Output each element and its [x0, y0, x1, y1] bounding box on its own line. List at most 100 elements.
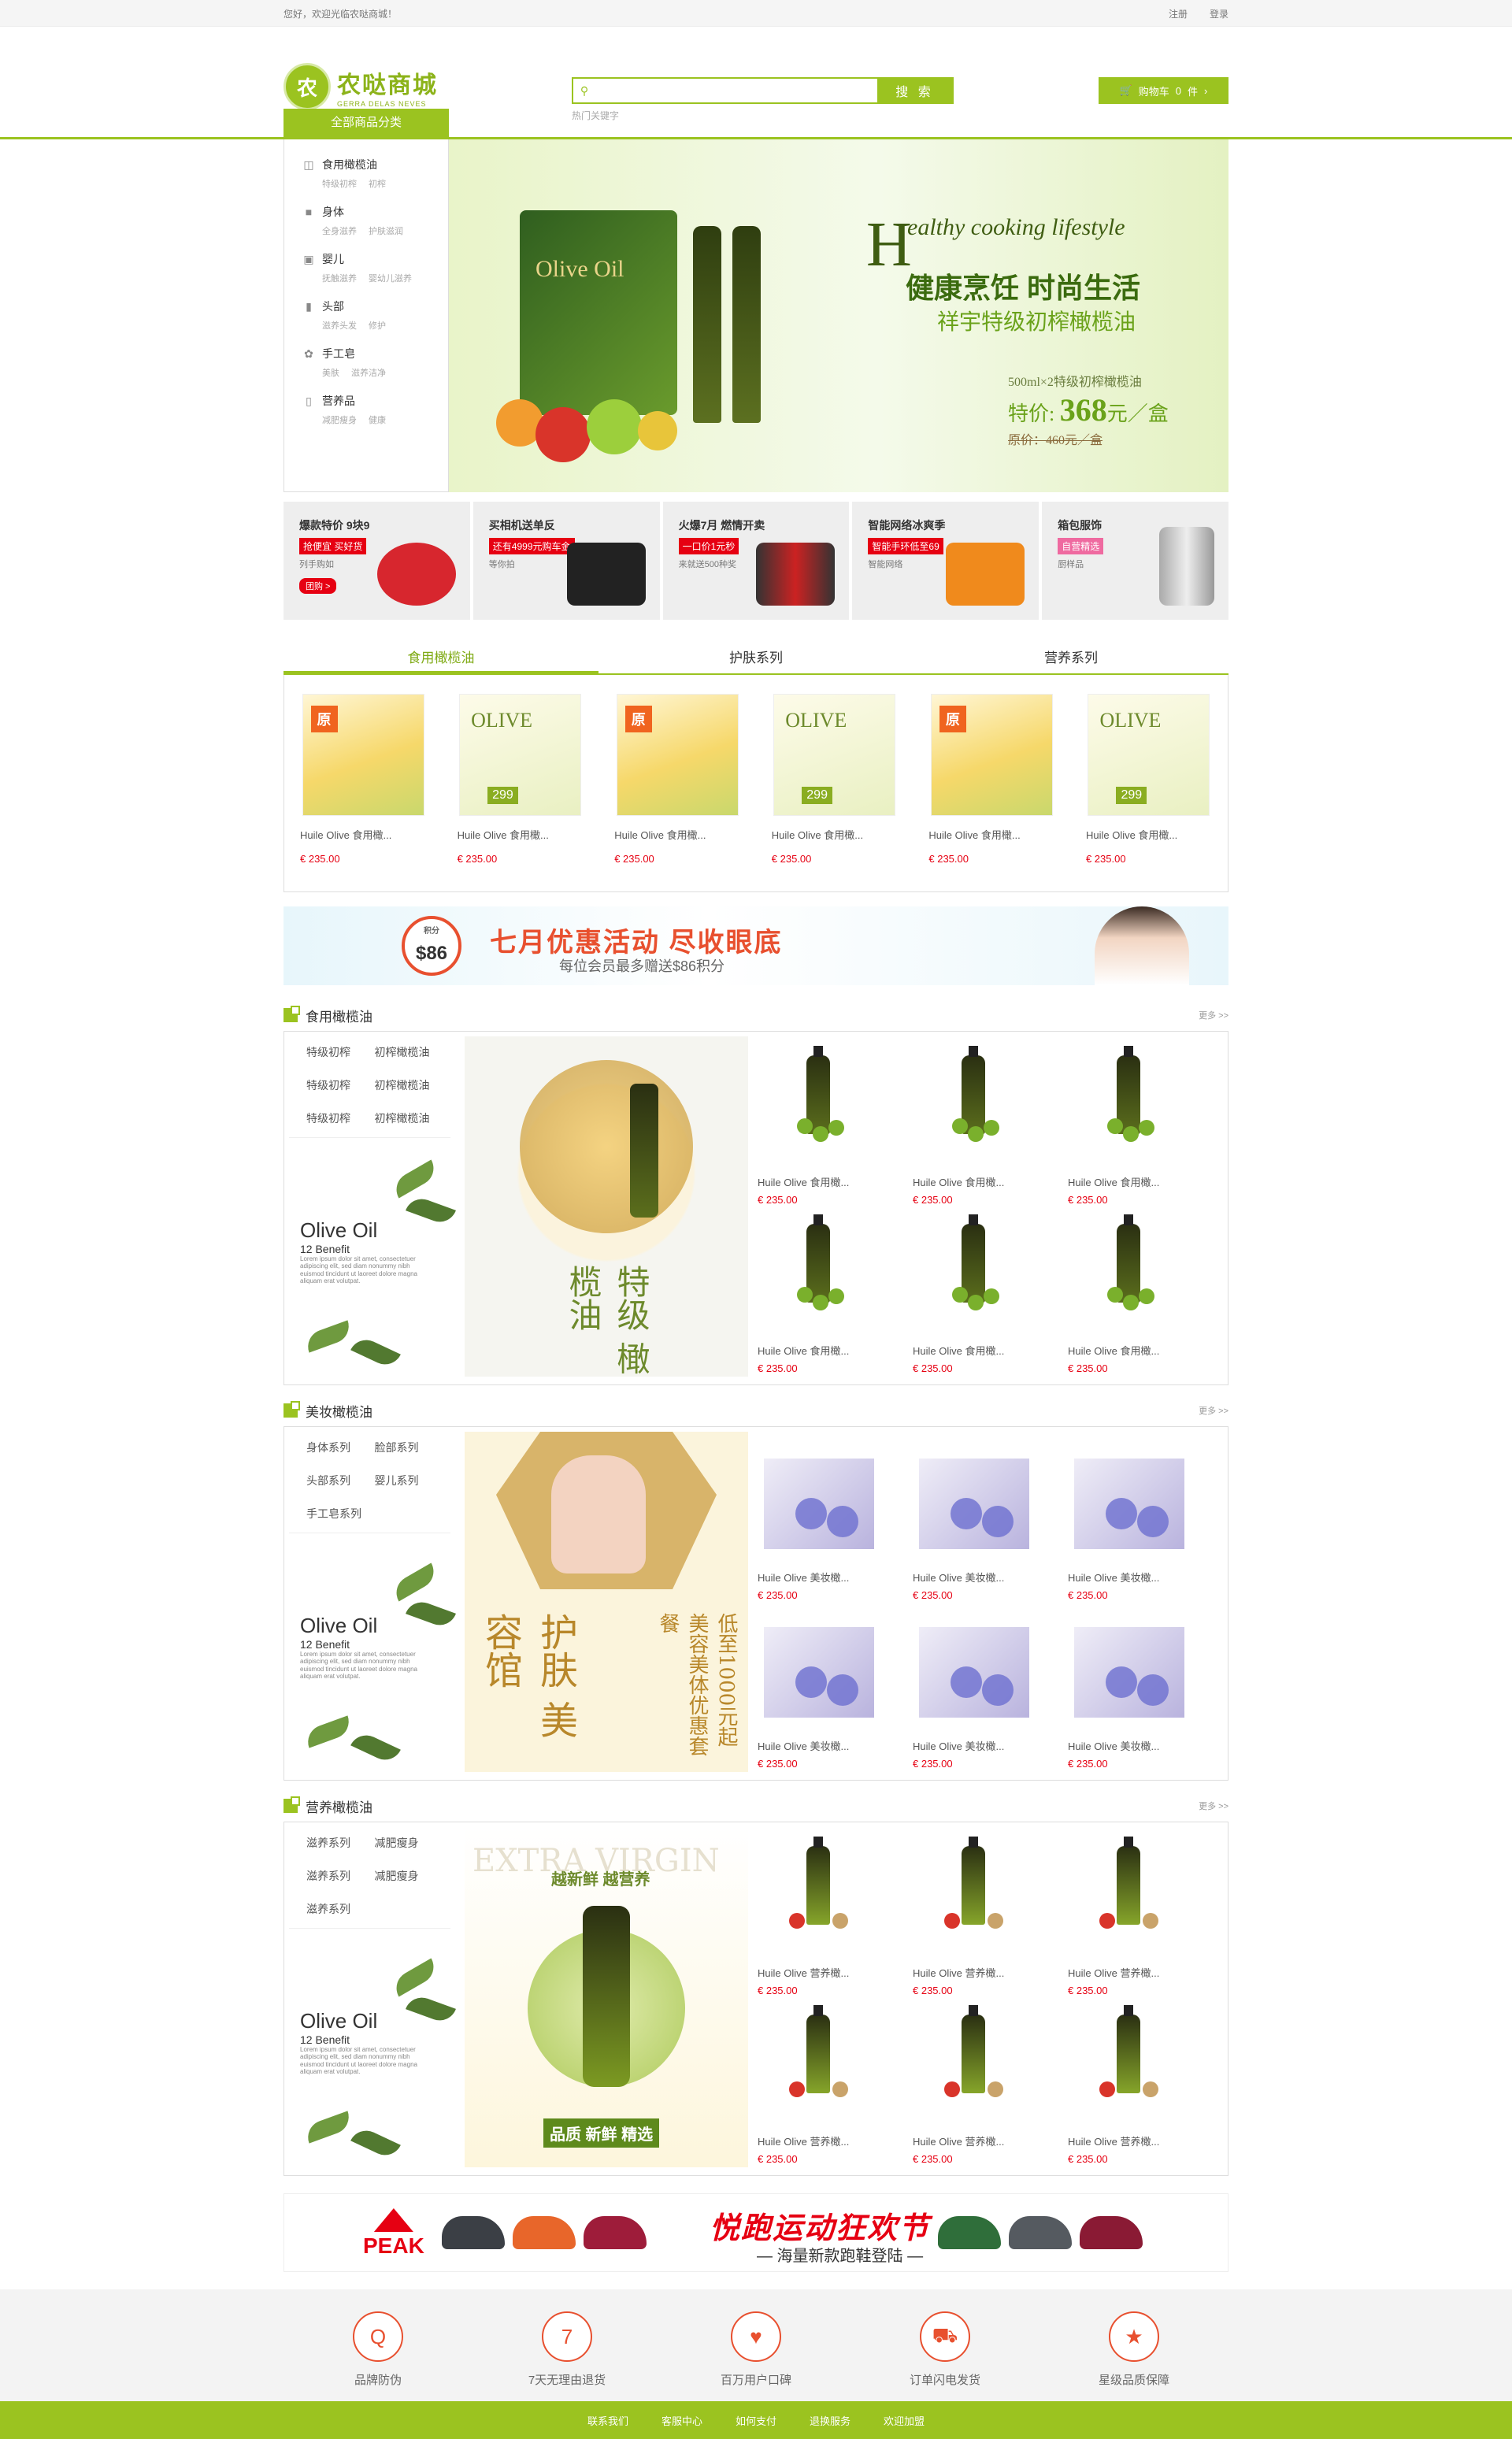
more-link[interactable]: 更多 >>: [1199, 1404, 1228, 1417]
product-card[interactable]: OLIVE 299 Huile Olive 食用橄... € 235.00: [458, 694, 584, 891]
section-link[interactable]: 减肥瘦身: [375, 1868, 443, 1884]
product-card[interactable]: OLIVE 299 Huile Olive 食用橄... € 235.00: [772, 694, 898, 891]
section-link[interactable]: 脸部系列: [375, 1440, 443, 1455]
product-name: Huile Olive 食用橄...: [457, 829, 549, 841]
promo-card[interactable]: 箱包服饰 自营精选 厨样品: [1042, 502, 1228, 620]
service-item[interactable]: Q 品牌防伪: [315, 2311, 441, 2388]
product-card[interactable]: Huile Olive 食用橄... € 235.00: [758, 1214, 884, 1380]
group-buy-button[interactable]: 团购 >: [299, 578, 337, 594]
product-card[interactable]: Huile Olive 食用橄... € 235.00: [1068, 1214, 1194, 1380]
section-link[interactable]: 手工皂系列: [306, 1506, 375, 1522]
section-link[interactable]: 减肥瘦身: [375, 1835, 443, 1851]
tab-skincare[interactable]: 护肤系列: [598, 643, 914, 673]
section-link[interactable]: 身体系列: [306, 1440, 375, 1455]
category-item[interactable]: ◫ 食用橄榄油 特级初榨 初榨: [302, 157, 448, 204]
product-card[interactable]: Huile Olive 营养橄... € 235.00: [913, 2005, 1039, 2170]
product-card[interactable]: Huile Olive 美妆橄... € 235.00: [913, 1443, 1039, 1607]
section-link[interactable]: 滋养系列: [306, 1835, 375, 1851]
logo[interactable]: 农 农哒商城 GERRA DELAS NEVES: [284, 63, 438, 110]
section-feature-image[interactable]: EXTRA VIRGIN 越新鲜 越营养 品质 新鲜 精选: [465, 1827, 748, 2167]
category-item[interactable]: ✿ 手工皂 美肤 滋养洁净: [302, 346, 448, 393]
section-link[interactable]: 特级初榨: [306, 1077, 375, 1093]
promo-card[interactable]: 火爆7月 燃情开卖 一口价1元秒 来就送500种奖: [662, 502, 850, 620]
product-card[interactable]: Huile Olive 食用橄... € 235.00: [913, 1046, 1039, 1211]
product-card[interactable]: Huile Olive 食用橄... € 235.00: [758, 1046, 884, 1211]
delivery-truck-icon: ⛟: [920, 2311, 970, 2362]
category-subs[interactable]: 抚触滋养 婴幼儿滋养: [322, 272, 448, 284]
product-card[interactable]: Huile Olive 营养橄... € 235.00: [1068, 2005, 1194, 2170]
category-subs[interactable]: 滋养头发 修护: [322, 319, 448, 332]
search-button[interactable]: 搜 索: [877, 79, 952, 102]
category-subs[interactable]: 减肥瘦身 健康: [322, 413, 448, 426]
olive-leaf-image: [390, 1562, 440, 1602]
product-card[interactable]: Huile Olive 美妆橄... € 235.00: [1068, 1611, 1194, 1775]
product-price: € 235.00: [758, 1589, 798, 1601]
service-item[interactable]: ⛟ 订单闪电发货: [882, 2311, 1008, 2388]
category-item[interactable]: ▣ 婴儿 抚触滋养 婴幼儿滋养: [302, 251, 448, 298]
login-link[interactable]: 登录: [1210, 9, 1228, 20]
product-card[interactable]: Huile Olive 营养橄... € 235.00: [1068, 1837, 1194, 2002]
product-card[interactable]: 原 Huile Olive 食用橄... € 235.00: [300, 694, 426, 891]
footer-link[interactable]: 如何支付: [736, 2413, 776, 2428]
section-link[interactable]: 婴儿系列: [375, 1473, 443, 1488]
more-link[interactable]: 更多 >>: [1199, 1009, 1228, 1021]
tab-edible-oil[interactable]: 食用橄榄油: [284, 643, 598, 673]
product-card[interactable]: Huile Olive 食用橄... € 235.00: [913, 1214, 1039, 1380]
section-link[interactable]: 初榨橄榄油: [375, 1077, 443, 1093]
all-categories-button[interactable]: 全部商品分类: [284, 109, 449, 137]
section-link[interactable]: [375, 1506, 443, 1522]
register-link[interactable]: 注册: [1169, 9, 1188, 20]
footer-link[interactable]: 欢迎加盟: [884, 2413, 925, 2428]
product-card[interactable]: Huile Olive 美妆橄... € 235.00: [1068, 1443, 1194, 1607]
service-item[interactable]: ♥ 百万用户口碑: [693, 2311, 819, 2388]
activity-banner[interactable]: 积分 $86 七月优惠活动 尽收眼底 每位会员最多赠送$86积分: [284, 906, 1228, 985]
product-card[interactable]: Huile Olive 美妆橄... € 235.00: [913, 1611, 1039, 1775]
tab-nutrition[interactable]: 营养系列: [914, 643, 1228, 673]
footer-link[interactable]: 联系我们: [587, 2413, 628, 2428]
product-card[interactable]: 原 Huile Olive 食用橄... € 235.00: [928, 694, 1054, 891]
product-price: € 235.00: [758, 1362, 798, 1374]
promo-card[interactable]: 买相机送单反 还有4999元购车金 等你拍: [472, 502, 660, 620]
section-feature-image[interactable]: 特级 橄榄油: [465, 1036, 748, 1377]
footer-link[interactable]: 退换服务: [810, 2413, 850, 2428]
category-item[interactable]: ■ 身体 全身滋养 护肤滋润: [302, 204, 448, 251]
keyboard-image: [756, 543, 836, 606]
category-subs[interactable]: 全身滋养 护肤滋润: [322, 224, 448, 237]
product-card[interactable]: Huile Olive 营养橄... € 235.00: [758, 1837, 884, 2002]
hero-banner[interactable]: Olive Oil Healthy cooking lifestyle 健康烹饪…: [449, 139, 1228, 492]
promo-card[interactable]: 爆款特价 9块9 抢便宜 买好货 列手购如 团购 >: [284, 502, 470, 620]
search-input[interactable]: [595, 79, 877, 102]
service-item[interactable]: 7 7天无理由退货: [504, 2311, 630, 2388]
section-link[interactable]: 滋养系列: [306, 1868, 375, 1884]
section-link[interactable]: 特级初榨: [306, 1044, 375, 1060]
product-card[interactable]: Huile Olive 食用橄... € 235.00: [1068, 1046, 1194, 1211]
section-link[interactable]: [375, 1901, 443, 1917]
category-name: 食用橄榄油: [322, 158, 377, 171]
more-link[interactable]: 更多 >>: [1199, 1800, 1228, 1812]
product-card[interactable]: Huile Olive 营养橄... € 235.00: [758, 2005, 884, 2170]
section-feature-image[interactable]: 护肤 美容馆 低至1000元起 美容美体优惠套餐: [465, 1432, 748, 1772]
section-link[interactable]: 初榨橄榄油: [375, 1110, 443, 1126]
product-card[interactable]: 原 Huile Olive 食用橄... € 235.00: [614, 694, 740, 891]
promo-card[interactable]: 智能网络冰爽季 智能手环低至69 智能网络: [852, 502, 1040, 620]
hot-keywords[interactable]: 热门关键字: [572, 109, 619, 122]
section-link[interactable]: 特级初榨: [306, 1110, 375, 1126]
product-card[interactable]: Huile Olive 美妆橄... € 235.00: [758, 1443, 884, 1607]
peak-banner[interactable]: PEAK 悦跑运动狂欢节 — 海量新款跑鞋登陆 —: [284, 2193, 1228, 2272]
service-item[interactable]: ★ 星级品质保障: [1071, 2311, 1197, 2388]
product-card[interactable]: Huile Olive 营养橄... € 235.00: [913, 1837, 1039, 2002]
category-item[interactable]: ▮ 头部 滋养头发 修护: [302, 298, 448, 346]
footer-link[interactable]: 客服中心: [662, 2413, 702, 2428]
section-link[interactable]: 初榨橄榄油: [375, 1044, 443, 1060]
category-subs[interactable]: 特级初榨 初榨: [322, 177, 448, 190]
category-subs[interactable]: 美肤 滋养洁净: [322, 366, 448, 379]
product-card[interactable]: OLIVE 299 Huile Olive 食用橄... € 235.00: [1086, 694, 1212, 891]
product-image: 原: [930, 694, 1053, 816]
cart-button[interactable]: 🛒 购物车 0 件 ›: [1099, 77, 1228, 104]
category-item[interactable]: ▯ 营养品 减肥瘦身 健康: [302, 393, 448, 440]
product-name: Huile Olive 食用橄...: [928, 829, 1021, 841]
product-card[interactable]: Huile Olive 美妆橄... € 235.00: [758, 1611, 884, 1775]
hero: ◫ 食用橄榄油 特级初榨 初榨 ■ 身体 全身滋养 护肤滋润 ▣ 婴儿 抚触滋养 婴幼儿滋养…: [284, 139, 1228, 492]
section-link[interactable]: 头部系列: [306, 1473, 375, 1488]
section-link[interactable]: 滋养系列: [306, 1901, 375, 1917]
